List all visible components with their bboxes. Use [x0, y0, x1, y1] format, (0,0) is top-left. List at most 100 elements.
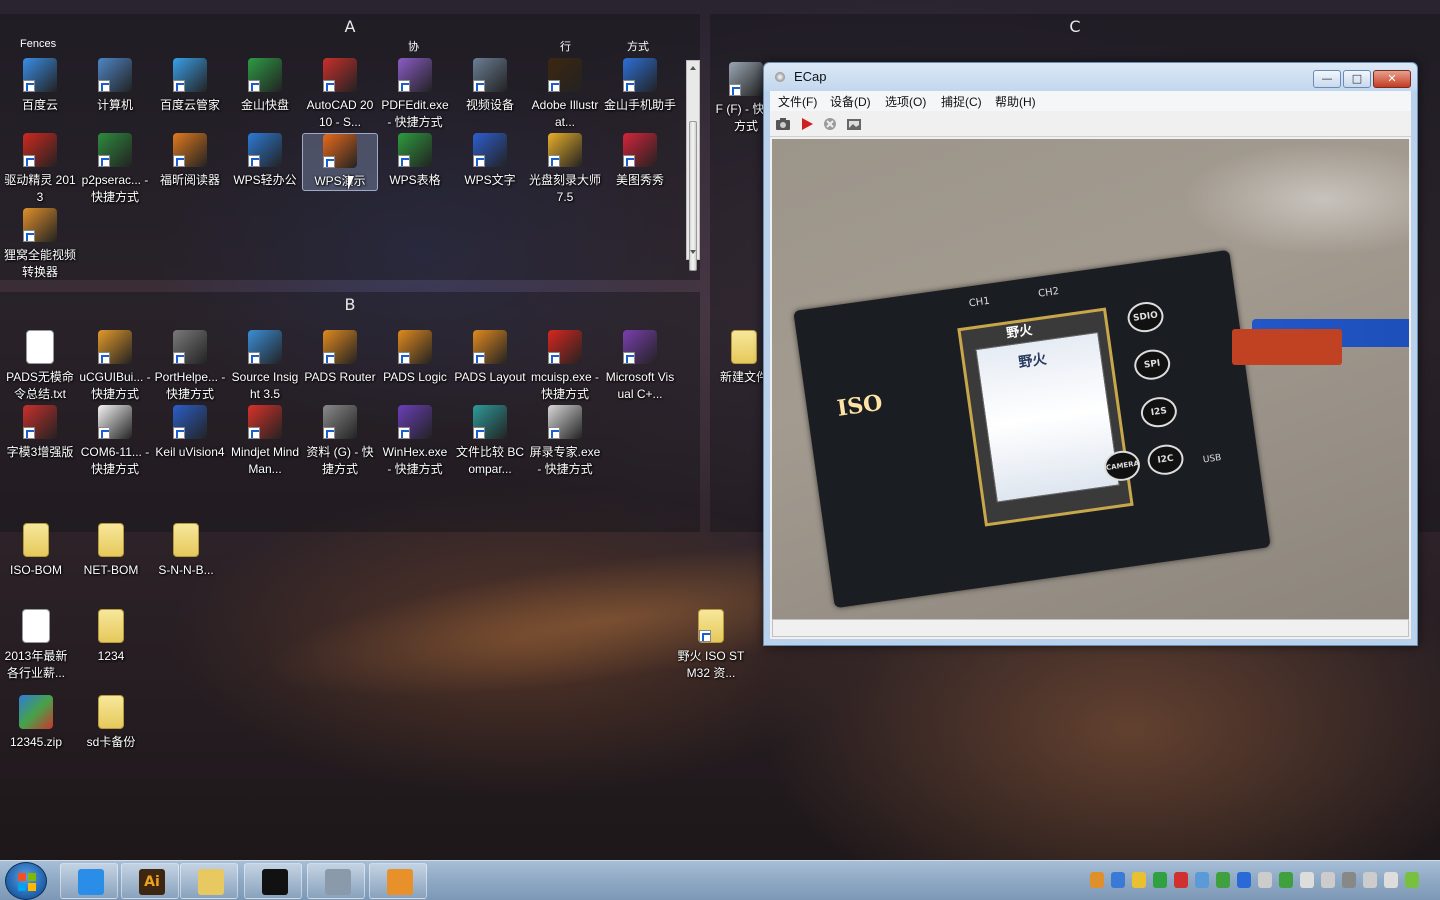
desktop-icon-video-device[interactable]: 视频设备: [452, 58, 528, 114]
scroll-up-icon[interactable]: [690, 66, 696, 70]
desktop-icon-visual-cpp[interactable]: Microsoft Visual C+...: [602, 330, 678, 403]
ecap-titlebar[interactable]: ECap — □ ✕: [764, 63, 1417, 91]
desktop-icon-baidu-cloud[interactable]: 百度云: [2, 58, 78, 114]
ecap-window[interactable]: ECap — □ ✕ 文件(F) 设备(D) 选项(O) 捕捉(C) 帮助(H): [763, 62, 1418, 646]
tray-icon[interactable]: [1342, 872, 1356, 888]
tray-icon[interactable]: [1111, 872, 1125, 888]
desktop-icon-computer[interactable]: 计算机: [77, 58, 153, 114]
desktop-icon-wps-writer[interactable]: WPS文字: [452, 133, 528, 189]
shortcut-arrow-icon: [173, 352, 185, 364]
icon-label: 美图秀秀: [615, 173, 664, 187]
tray-icon[interactable]: [1321, 872, 1335, 888]
menu-capture[interactable]: 捕捉(C): [941, 93, 982, 110]
desktop-icon-net-bom[interactable]: NET-BOM: [73, 523, 149, 579]
taskbar-cmd[interactable]: [244, 863, 302, 899]
desktop-icon-snnb[interactable]: S-N-N-B...: [148, 523, 224, 579]
tray-icon[interactable]: [1258, 872, 1272, 888]
icon-label: 百度云管家: [159, 98, 220, 112]
image-icon[interactable]: [846, 116, 862, 132]
desktop-icon-com6[interactable]: COM6-11... - 快捷方式: [77, 405, 153, 478]
source-insight-icon: [248, 330, 282, 364]
desktop-icon-zip-12345[interactable]: 12345.zip: [0, 695, 74, 751]
desktop-icon-pads-doc[interactable]: PADS无模命令总结.txt: [2, 330, 78, 403]
desktop-icon-folder-1234[interactable]: 1234: [73, 609, 149, 665]
menu-options[interactable]: 选项(O): [885, 93, 926, 110]
desktop-icon-baidu-cloud-manager[interactable]: 百度云管家: [152, 58, 228, 114]
desktop-icon-kingsoft-kuaipan[interactable]: 金山快盘: [227, 58, 303, 114]
menu-file[interactable]: 文件(F): [778, 93, 817, 110]
desktop-icon-mcuisp[interactable]: mcuisp.exe - 快捷方式: [527, 330, 603, 403]
record-icon[interactable]: [799, 116, 815, 132]
desktop-icon-pdfedit[interactable]: PDFEdit.exe - 快捷方式: [377, 58, 453, 131]
taskbar-webcam[interactable]: [307, 863, 365, 899]
tray-icon[interactable]: [1216, 872, 1230, 888]
desktop-icon-sd-backup[interactable]: sd卡备份: [73, 695, 149, 751]
desktop-icon-foxit-reader[interactable]: 福昕阅读器: [152, 133, 228, 189]
stop-icon[interactable]: [822, 116, 838, 132]
maximize-button[interactable]: □: [1343, 70, 1371, 88]
shortcut-arrow-icon: [323, 80, 335, 92]
taskbar-internet-explorer[interactable]: [60, 863, 118, 899]
menu-device[interactable]: 设备(D): [830, 93, 871, 110]
taskbar-adobe-illustrator[interactable]: Ai: [121, 863, 179, 899]
desktop-icon-wps-office[interactable]: WPS轻办公: [227, 133, 303, 189]
tray-icon[interactable]: [1195, 872, 1209, 888]
desktop-icon-pads-router[interactable]: PADS Router: [302, 330, 378, 386]
desktop-icon-mindjet[interactable]: Mindjet MindMan...: [227, 405, 303, 478]
desktop-icon-beyond-compare[interactable]: 文件比较 BCompar...: [452, 405, 528, 478]
desktop-icon-pads-logic[interactable]: PADS Logic: [377, 330, 453, 386]
tray-icon[interactable]: [1090, 872, 1104, 888]
icon-label: p2pserac... - 快捷方式: [81, 173, 149, 204]
desktop-icon-wps-spreadsheet[interactable]: WPS表格: [377, 133, 453, 189]
shortcut-arrow-icon: [323, 352, 335, 364]
tray-icon[interactable]: [1384, 872, 1398, 888]
desktop-icon-video-converter[interactable]: 狸窝全能视频转换器: [2, 208, 78, 281]
desktop-icon-industry-salary[interactable]: 2013年最新各行业薪...: [0, 609, 74, 682]
camera-icon[interactable]: [775, 116, 791, 132]
minimize-button[interactable]: —: [1313, 70, 1341, 88]
desktop-icon-data-drive[interactable]: 资料 (G) - 快捷方式: [302, 405, 378, 478]
desktop-icon-autocad[interactable]: AutoCAD 2010 - S...: [302, 58, 378, 131]
icon-label: 野火 ISO STM32 资...: [677, 649, 745, 680]
desktop-icon-iso-bom[interactable]: ISO-BOM: [0, 523, 74, 579]
taskbar-unknown-app[interactable]: [369, 863, 427, 899]
desktop-icon-ucguibuilder[interactable]: uCGUIBui... - 快捷方式: [77, 330, 153, 403]
desktop-icon-kingsoft-phone-assistant[interactable]: 金山手机助手: [602, 58, 678, 114]
com6-icon: [98, 405, 132, 439]
tray-icon[interactable]: [1132, 872, 1146, 888]
desktop-icon-font-modulo[interactable]: 字模3增强版: [2, 405, 78, 461]
close-button[interactable]: ✕: [1373, 70, 1411, 88]
scroll-thumb[interactable]: [689, 121, 697, 271]
fence-a-scrollbar[interactable]: [686, 60, 700, 271]
tray-icon[interactable]: [1405, 872, 1419, 888]
desktop-icon-yehuo-iso[interactable]: 野火 ISO STM32 资...: [673, 609, 749, 682]
desktop-icon-adobe-illustrator[interactable]: Adobe Illustrat...: [527, 58, 603, 131]
tray-icon[interactable]: [1279, 872, 1293, 888]
tray-icon[interactable]: [1153, 872, 1167, 888]
menu-help[interactable]: 帮助(H): [995, 93, 1036, 110]
desktop-icon-porthelper[interactable]: PortHelpe... - 快捷方式: [152, 330, 228, 403]
scroll-down-icon[interactable]: [690, 250, 696, 254]
adobe-illustrator-icon: Ai: [139, 869, 165, 895]
fence-a-partial-4: 方式: [627, 41, 649, 53]
desktop-icon-winhex[interactable]: WinHex.exe - 快捷方式: [377, 405, 453, 478]
start-button[interactable]: [5, 862, 47, 900]
desktop-icon-keil[interactable]: Keil uVision4: [152, 405, 228, 461]
tray-icon[interactable]: [1363, 872, 1377, 888]
desktop-icon-pads-layout[interactable]: PADS Layout: [452, 330, 528, 386]
desktop-icon-nero-burner[interactable]: 光盘刻录大师 7.5: [527, 133, 603, 206]
desktop-icon-wps-presentation[interactable]: WPS演示: [302, 133, 378, 191]
desktop-icon-screen-recorder[interactable]: 屏录专家.exe - 快捷方式: [527, 405, 603, 478]
tray-icon[interactable]: [1300, 872, 1314, 888]
taskbar-file-explorer[interactable]: [180, 863, 238, 899]
desktop-icon-source-insight[interactable]: Source Insight 3.5: [227, 330, 303, 403]
desktop-icon-p2psearcher[interactable]: p2pserac... - 快捷方式: [77, 133, 153, 206]
tray-icon[interactable]: [1174, 872, 1188, 888]
lcd-frame: 野火 野火: [957, 307, 1134, 527]
shortcut-arrow-icon: [473, 155, 485, 167]
icon-label: 资料 (G) - 快捷方式: [306, 445, 374, 476]
icon-label: WinHex.exe - 快捷方式: [382, 445, 448, 476]
desktop-icon-driver-genius[interactable]: 驱动精灵 2013: [2, 133, 78, 206]
desktop-icon-meitu[interactable]: 美图秀秀: [602, 133, 678, 189]
tray-icon[interactable]: [1237, 872, 1251, 888]
